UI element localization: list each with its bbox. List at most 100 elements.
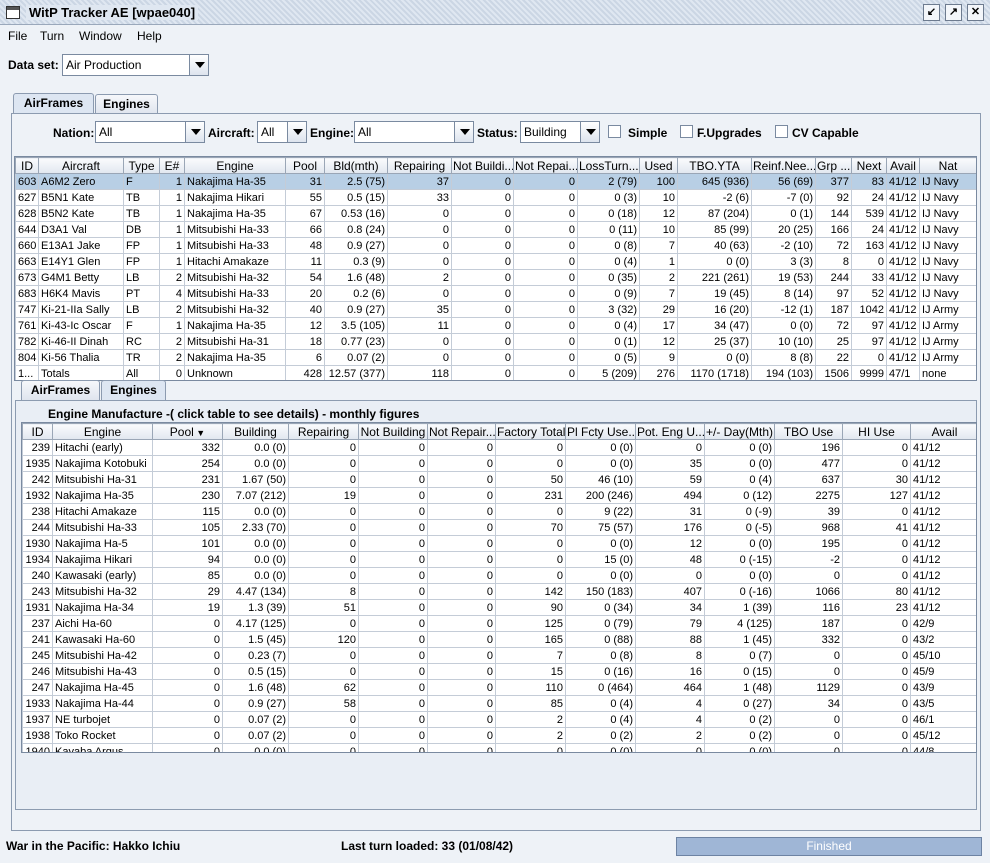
maximize-icon[interactable]: ↗ <box>945 4 962 21</box>
table-row[interactable]: 242 Mitsubishi Ha-31 231 1.67 (50) 0 0 0 50 46 (… <box>22 471 976 488</box>
airframe-header[interactable]: Bld(mth) <box>324 157 388 174</box>
airframe-header[interactable]: Type <box>123 157 160 174</box>
menu-window[interactable]: Window <box>79 29 122 43</box>
engine-header[interactable]: Pool ▼ <box>152 423 223 440</box>
airframe-header[interactable]: TBO.YTA <box>677 157 752 174</box>
airframe-header[interactable]: Repairing <box>387 157 452 174</box>
table-row[interactable]: 644 D3A1 Val DB 1 Mitsubishi Ha-33 66 0.8 (24)… <box>15 221 976 238</box>
chevron-down-icon[interactable] <box>287 122 306 142</box>
airframe-header[interactable]: E# <box>159 157 185 174</box>
table-row[interactable]: 239 Hitachi (early) 332 0.0 (0) 0 0 0 0 0 (0) 0 0 … <box>22 439 976 456</box>
table-row[interactable]: 1934 Nakajima Hikari 94 0.0 (0) 0 0 0 0 15 (0) 48… <box>22 551 976 568</box>
table-row[interactable]: 245 Mitsubishi Ha-42 0 0.23 (7) 0 0 0 7 0 (8) 8 0 … <box>22 647 976 664</box>
airframe-header[interactable]: Engine <box>184 157 286 174</box>
engine-header[interactable]: Pl Fcty Use... <box>565 423 636 440</box>
chevron-down-icon[interactable] <box>189 55 208 75</box>
table-row[interactable]: 247 Nakajima Ha-45 0 1.6 (48) 62 0 0 110 0 (464)… <box>22 679 976 696</box>
minimize-icon[interactable]: ↙ <box>923 4 940 21</box>
table-row[interactable]: 1... Totals All 0 Unknown 428 12.57 (377) 118 0 0… <box>15 365 976 380</box>
airframe-header[interactable]: Aircraft <box>38 157 124 174</box>
table-row[interactable]: 1933 Nakajima Ha-44 0 0.9 (27) 58 0 0 85 0 (4) 4 0… <box>22 695 976 712</box>
tab-lower-engines[interactable]: Engines <box>101 380 166 401</box>
table-row[interactable]: 747 Ki-21-IIa Sally LB 2 Mitsubishi Ha-32 40 0… <box>15 301 976 318</box>
tab-lower-airframes[interactable]: AirFrames <box>21 380 100 400</box>
table-row[interactable]: 627 B5N1 Kate TB 1 Nakajima Hikari 55 0.5 (15)… <box>15 189 976 206</box>
engine-header[interactable]: Repairing <box>288 423 359 440</box>
airframe-header[interactable]: Avail <box>886 157 920 174</box>
engine-header[interactable]: HI Use <box>842 423 911 440</box>
airframe-table[interactable]: ID Aircraft Type E# Engine Pool Bld(mth) Repair… <box>14 156 977 381</box>
chevron-down-icon[interactable] <box>580 122 599 142</box>
table-row[interactable]: 1931 Nakajima Ha-34 19 1.3 (39) 51 0 0 90 0 (34)… <box>22 599 976 616</box>
airframe-header[interactable]: Reinf.Nee... <box>751 157 816 174</box>
table-row[interactable]: 1938 Toko Rocket 0 0.07 (2) 0 0 0 2 0 (2) 2 0 (2) 0… <box>22 727 976 744</box>
engine-header[interactable]: Avail <box>910 423 976 440</box>
aircraft-combo[interactable]: All <box>257 121 307 143</box>
fupgrades-checkbox[interactable] <box>680 125 693 138</box>
chevron-down-icon[interactable] <box>454 122 473 142</box>
menu-turn[interactable]: Turn <box>40 29 64 43</box>
table-row[interactable]: 241 Kawasaki Ha-60 0 1.5 (45) 120 0 0 165 0 (88)… <box>22 631 976 648</box>
table-row[interactable]: 660 E13A1 Jake FP 1 Mitsubishi Ha-33 48 0.9 (2… <box>15 237 976 254</box>
table-cell: 0 <box>358 647 428 664</box>
airframe-header[interactable]: Not Buildi... <box>451 157 514 174</box>
table-row[interactable]: 1930 Nakajima Ha-5 101 0.0 (0) 0 0 0 0 0 (0) 12 0 … <box>22 535 976 552</box>
table-row[interactable]: 603 A6M2 Zero F 1 Nakajima Ha-35 31 2.5 (75) 37… <box>15 173 976 190</box>
engine-combo[interactable]: All <box>354 121 474 143</box>
engine-header[interactable]: Pot. Eng U... <box>635 423 705 440</box>
table-row[interactable]: 244 Mitsubishi Ha-33 105 2.33 (70) 0 0 0 70 75 (… <box>22 519 976 536</box>
engine-header[interactable]: Engine <box>52 423 153 440</box>
dataset-combo[interactable]: Air Production <box>62 54 209 76</box>
table-row[interactable]: 243 Mitsubishi Ha-32 29 4.47 (134) 8 0 0 142 150… <box>22 583 976 600</box>
table-cell: 0 <box>288 647 359 664</box>
airframe-header[interactable]: Next <box>851 157 887 174</box>
engine-header[interactable]: TBO Use <box>774 423 843 440</box>
table-row[interactable]: 1932 Nakajima Ha-35 230 7.07 (212) 19 0 0 231 20… <box>22 487 976 504</box>
menu-help[interactable]: Help <box>137 29 162 43</box>
airframe-header[interactable]: Not Repai... <box>513 157 578 174</box>
table-row[interactable]: 663 E14Y1 Glen FP 1 Hitachi Amakaze 11 0.3 (9)… <box>15 253 976 270</box>
table-row[interactable]: 761 Ki-43-Ic Oscar F 1 Nakajima Ha-35 12 3.5 (… <box>15 317 976 334</box>
table-row[interactable]: 683 H6K4 Mavis PT 4 Mitsubishi Ha-33 20 0.2 (6… <box>15 285 976 302</box>
engine-header[interactable]: ID <box>22 423 53 440</box>
table-row[interactable]: 240 Kawasaki (early) 85 0.0 (0) 0 0 0 0 0 (0) 0 0 … <box>22 567 976 584</box>
table-cell: -2 (6) <box>677 189 752 206</box>
airframe-header[interactable]: Grp ... <box>815 157 852 174</box>
airframe-header[interactable]: Used <box>639 157 678 174</box>
cvcapable-checkbox[interactable] <box>775 125 788 138</box>
table-row[interactable]: 628 B5N2 Kate TB 1 Nakajima Ha-35 67 0.53 (16)… <box>15 205 976 222</box>
table-cell: 41/12 <box>910 583 976 600</box>
airframe-header[interactable]: Pool <box>285 157 325 174</box>
table-row[interactable]: 246 Mitsubishi Ha-43 0 0.5 (15) 0 0 0 15 0 (16) 1… <box>22 663 976 680</box>
engine-table[interactable]: ID Engine Pool ▼ Building Repairing Not Build… <box>21 422 977 753</box>
table-cell: 0 <box>842 743 911 752</box>
engine-header[interactable]: Factory Total <box>495 423 566 440</box>
engine-header[interactable]: Not Repair... <box>427 423 496 440</box>
simple-checkbox[interactable] <box>608 125 621 138</box>
menu-file[interactable]: File <box>8 29 27 43</box>
table-cell: 0 <box>288 471 359 488</box>
airframe-header[interactable]: Nat <box>919 157 976 174</box>
airframe-header[interactable]: LossTurn... <box>577 157 640 174</box>
table-row[interactable]: 237 Aichi Ha-60 0 4.17 (125) 0 0 0 125 0 (79) 79 4… <box>22 615 976 632</box>
table-row[interactable]: 238 Hitachi Amakaze 115 0.0 (0) 0 0 0 0 9 (22) 31… <box>22 503 976 520</box>
table-row[interactable]: 804 Ki-56 Thalia TR 2 Nakajima Ha-35 6 0.07 (2… <box>15 349 976 366</box>
table-row[interactable]: 1935 Nakajima Kotobuki 254 0.0 (0) 0 0 0 0 0 (0)… <box>22 455 976 472</box>
table-row[interactable]: 1940 Kayaba Argus 0 0.0 (0) 0 0 0 0 0 (0) 0 0 (0) 0… <box>22 743 976 752</box>
table-cell: 0 (7) <box>704 647 775 664</box>
chevron-down-icon[interactable] <box>185 122 204 142</box>
table-row[interactable]: 1937 NE turbojet 0 0.07 (2) 0 0 0 2 0 (4) 4 0 (2) 0… <box>22 711 976 728</box>
airframe-header[interactable]: ID <box>15 157 39 174</box>
table-cell: 0 <box>495 455 566 472</box>
table-cell: Nakajima Ha-35 <box>184 317 286 334</box>
engine-header[interactable]: Building <box>222 423 289 440</box>
close-icon[interactable]: ✕ <box>967 4 984 21</box>
tab-airframes[interactable]: AirFrames <box>13 93 94 114</box>
engine-header[interactable]: +/- Day(Mth) <box>704 423 775 440</box>
nation-combo[interactable]: All <box>95 121 205 143</box>
table-row[interactable]: 673 G4M1 Betty LB 2 Mitsubishi Ha-32 54 1.6 (4… <box>15 269 976 286</box>
table-row[interactable]: 782 Ki-46-II Dinah RC 2 Mitsubishi Ha-31 18 0.… <box>15 333 976 350</box>
status-combo[interactable]: Building <box>520 121 600 143</box>
engine-header[interactable]: Not Building <box>358 423 428 440</box>
tab-engines[interactable]: Engines <box>95 94 158 114</box>
